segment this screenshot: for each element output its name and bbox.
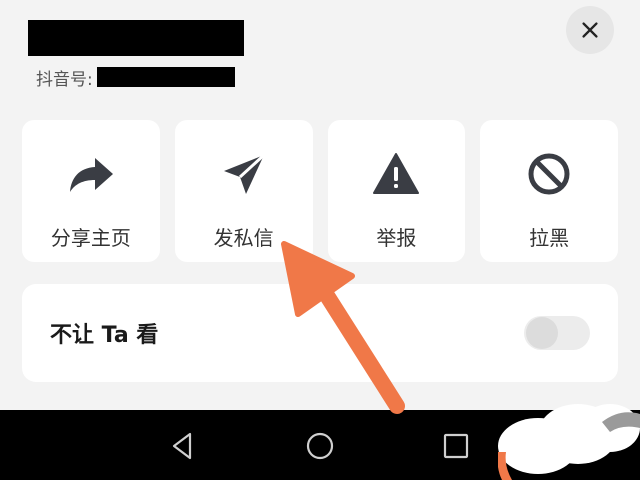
- block-icon: [523, 148, 575, 200]
- share-profile-button[interactable]: 分享主页: [22, 120, 160, 262]
- hide-from-user-label: 不让 Ta 看: [50, 323, 159, 348]
- share-arrow-icon: [65, 148, 117, 200]
- home-circle-icon: [306, 432, 334, 460]
- nav-back-button[interactable]: [167, 430, 199, 462]
- account-id-label: 抖音号:: [36, 69, 93, 90]
- close-button[interactable]: [566, 6, 614, 54]
- action-grid: 分享主页 发私信 举报 拉黑: [22, 120, 618, 262]
- send-message-icon: [218, 148, 270, 200]
- watermark-smudge: [498, 404, 640, 480]
- send-message-button[interactable]: 发私信: [174, 120, 313, 262]
- report-label: 举报: [376, 226, 417, 250]
- block-user-label: 拉黑: [529, 226, 570, 250]
- back-triangle-icon: [172, 432, 192, 460]
- block-user-button[interactable]: 拉黑: [480, 120, 618, 262]
- warning-icon: [370, 148, 422, 200]
- nav-recent-apps-button[interactable]: [440, 430, 472, 462]
- toggle-knob: [526, 317, 558, 349]
- send-message-label: 发私信: [213, 226, 274, 250]
- account-id-row: 抖音号:: [36, 66, 235, 90]
- hide-from-user-row: 不让 Ta 看: [22, 284, 618, 382]
- hide-from-user-toggle[interactable]: [524, 316, 590, 350]
- redacted-account-id: [96, 67, 235, 87]
- close-icon: [582, 22, 598, 38]
- recent-apps-square-icon: [443, 433, 469, 459]
- share-profile-label: 分享主页: [50, 226, 131, 250]
- nav-home-button[interactable]: [304, 430, 336, 462]
- report-button[interactable]: 举报: [327, 120, 466, 262]
- redacted-username: [28, 20, 244, 56]
